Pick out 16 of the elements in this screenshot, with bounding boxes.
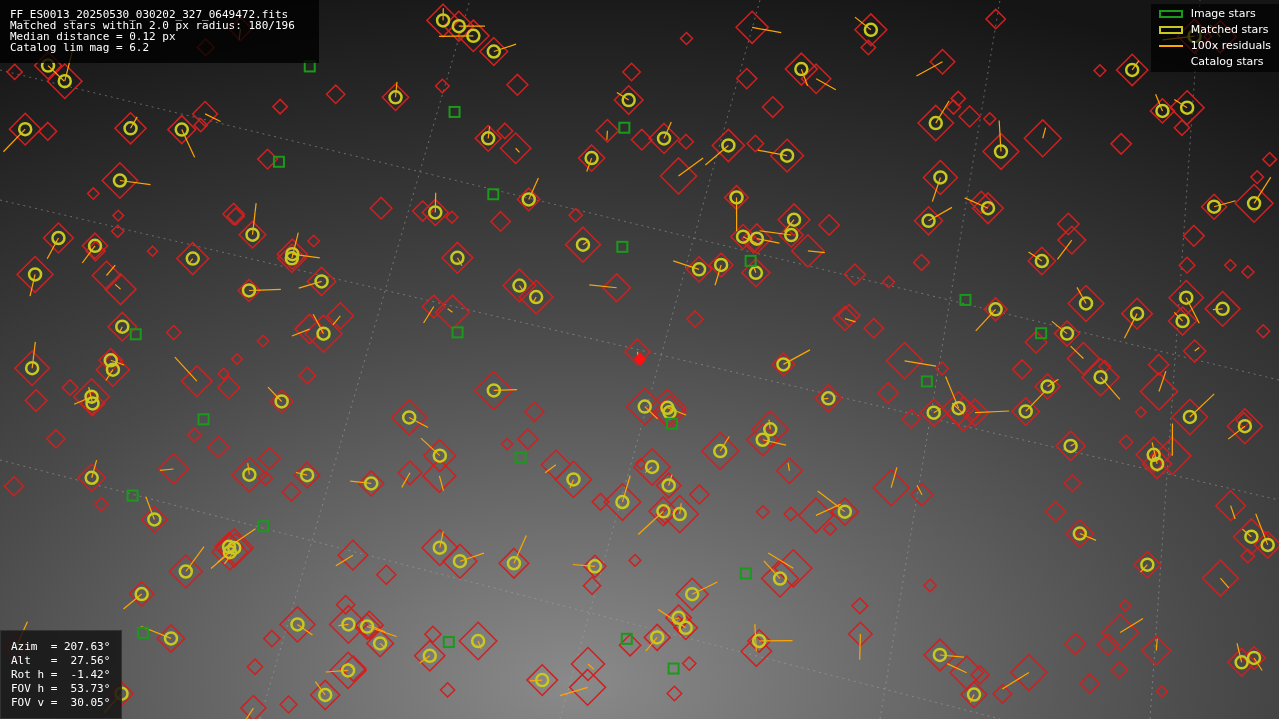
legend-swatch-icon	[1158, 26, 1183, 34]
info-text: Median distance = 0.12 px	[10, 31, 176, 42]
pointing-text: FOV v = 30.05°	[11, 696, 111, 710]
legend-label: Image stars	[1190, 6, 1256, 22]
pointing-text: Alt = 27.56°	[11, 654, 111, 668]
legend-label: Matched stars	[1190, 22, 1269, 38]
pointing-text: FOV h = 53.73°	[11, 682, 111, 696]
legend-label: 100x residuals	[1190, 38, 1271, 54]
info-text: FF_ES0013_20250530_030202_327_0649472.fits	[10, 9, 290, 20]
legend-label: Catalog stars	[1190, 54, 1264, 70]
info-text: Matched stars within 2.0 px radius: 180/196	[10, 20, 296, 31]
pointing-text: Rot h = -1.42°	[11, 668, 111, 682]
legend-line-icon	[1158, 45, 1183, 47]
legend-swatch-icon	[1158, 10, 1183, 18]
pointing-text: Azim = 207.63°	[11, 640, 111, 654]
info-text: Catalog lim mag = 6.2	[10, 42, 151, 53]
